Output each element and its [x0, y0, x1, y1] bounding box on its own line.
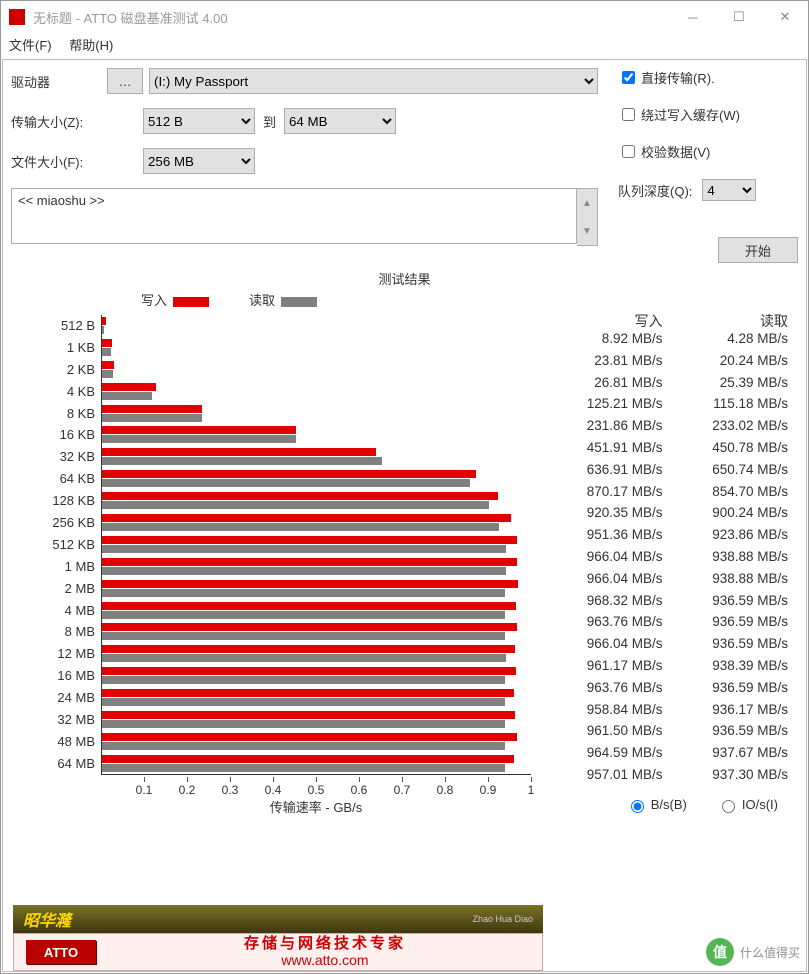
footer-brand-row: 昭华漋 Zhao Hua Diao [13, 905, 543, 933]
label-drive: 驱动器 [11, 72, 101, 91]
app-icon [9, 9, 25, 25]
watermark-icon: 值 [706, 938, 734, 966]
radio-bs[interactable]: B/s(B) [626, 797, 687, 813]
browse-button[interactable]: … [107, 68, 143, 94]
results-table: 写入 读取 8.92 MB/s4.28 MB/s23.81 MB/s20.24 … [541, 311, 798, 813]
results-title: 测试结果 [11, 269, 798, 288]
maximize-button[interactable]: ☐ [716, 1, 762, 33]
label-queue-depth: 队列深度(Q): [618, 181, 692, 200]
footer-slogan: 存储与网络技术专家 [244, 935, 406, 952]
description-input[interactable]: << miaoshu >> [11, 188, 577, 244]
label-to: 到 [263, 112, 276, 131]
table-head-read: 读取 [673, 311, 799, 331]
legend-read-swatch [281, 297, 317, 307]
label-verify-data: 校验数据(V) [641, 142, 710, 161]
titlebar[interactable]: 无标题 - ATTO 磁盘基准测试 4.00 ─ ☐ ✕ [1, 1, 808, 33]
table-head-write: 写入 [547, 311, 673, 331]
footer-brand-sub: Zhao Hua Diao [472, 914, 533, 924]
legend-write-label: 写入 [141, 293, 167, 308]
label-transfer-size: 传输大小(Z): [11, 112, 101, 131]
footer-atto-row: ATTO 存储与网络技术专家www.atto.com [13, 933, 543, 971]
legend-read-label: 读取 [249, 293, 275, 308]
menu-file[interactable]: 文件(F) [9, 38, 52, 53]
verify-data-checkbox[interactable] [622, 145, 635, 158]
atto-logo: ATTO [26, 940, 96, 964]
radio-ios[interactable]: IO/s(I) [717, 797, 778, 813]
label-bypass-cache: 绕过写入缓存(W) [641, 105, 740, 124]
desc-scroll[interactable]: ▲▼ [577, 188, 598, 246]
results-chart: 512 B1 KB2 KB4 KB8 KB16 KB32 KB64 KB128 … [11, 311, 541, 803]
chart-legend: 写入 读取 [11, 290, 798, 309]
drive-select[interactable]: (I:) My Passport [149, 68, 598, 94]
minimize-button[interactable]: ─ [670, 1, 716, 33]
bypass-write-cache-checkbox[interactable] [622, 108, 635, 121]
client-area: 驱动器 … (I:) My Passport 传输大小(Z): 512 B 到 … [2, 59, 807, 972]
footer-url: www.atto.com [281, 952, 368, 968]
legend-write-swatch [173, 297, 209, 307]
watermark: 值 什么值得买 [668, 931, 808, 973]
transfer-from-select[interactable]: 512 B [143, 108, 255, 134]
watermark-text: 什么值得买 [740, 944, 800, 961]
file-size-select[interactable]: 256 MB [143, 148, 255, 174]
direct-transfer-checkbox[interactable] [622, 71, 635, 84]
window-title: 无标题 - ATTO 磁盘基准测试 4.00 [33, 8, 228, 27]
close-button[interactable]: ✕ [762, 1, 808, 33]
footer-brand: 昭华漋 [23, 907, 71, 931]
transfer-to-select[interactable]: 64 MB [284, 108, 396, 134]
menu-help[interactable]: 帮助(H) [69, 38, 113, 53]
queue-depth-select[interactable]: 4 [702, 179, 756, 201]
app-window: 无标题 - ATTO 磁盘基准测试 4.00 ─ ☐ ✕ 文件(F) 帮助(H)… [0, 0, 809, 974]
footer: 昭华漋 Zhao Hua Diao ATTO 存储与网络技术专家www.atto… [13, 905, 543, 971]
label-file-size: 文件大小(F): [11, 152, 101, 171]
chart-xlabel: 传输速率 - GB/s [101, 797, 531, 816]
start-button[interactable]: 开始 [718, 237, 798, 263]
label-direct-transfer: 直接传输(R). [641, 68, 715, 87]
menubar: 文件(F) 帮助(H) [1, 33, 808, 57]
